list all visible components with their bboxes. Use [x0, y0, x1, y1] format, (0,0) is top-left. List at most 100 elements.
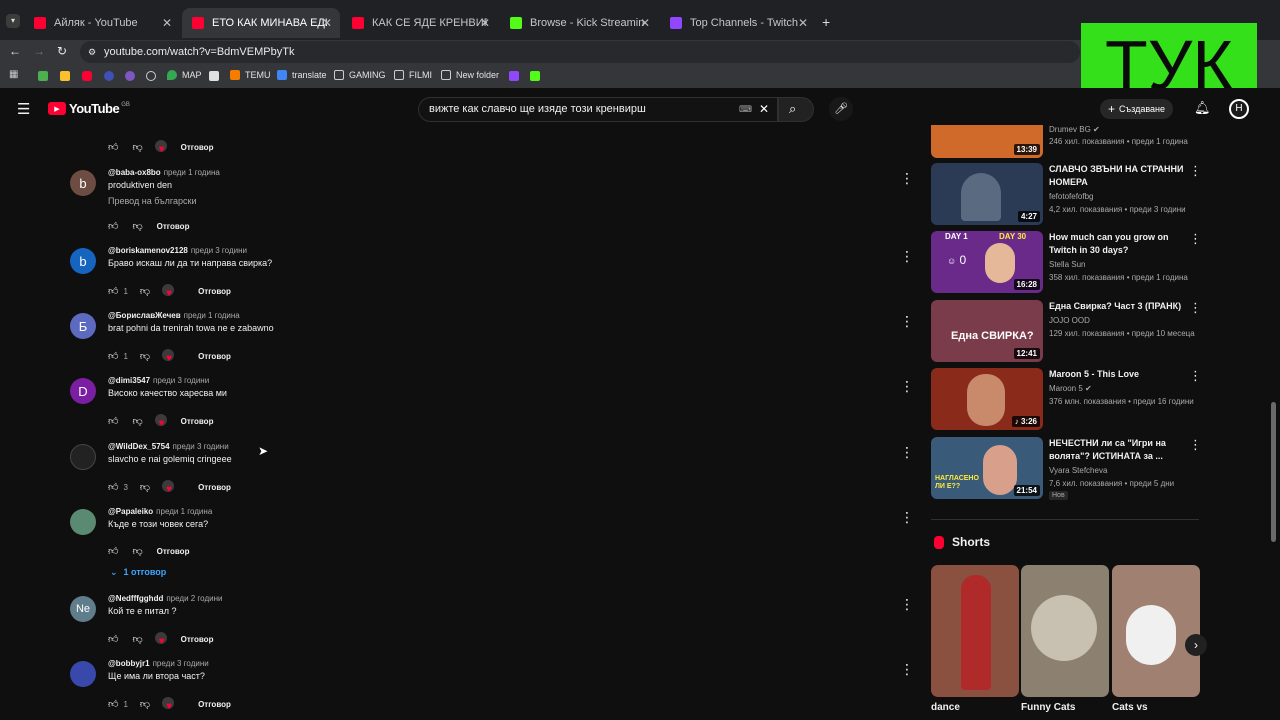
reply-button[interactable]: Отговор [198, 700, 231, 709]
video-thumbnail[interactable]: НАГЛАСЕНО ЛИ Е?? 21:54 [931, 437, 1043, 499]
avatar[interactable]: Б [70, 313, 96, 339]
video-more-icon[interactable]: ⋮ [1189, 163, 1202, 179]
avatar[interactable] [70, 444, 96, 470]
video-thumbnail[interactable]: ♪ 3:26 [931, 368, 1043, 430]
reply-button[interactable]: Отговор [198, 352, 231, 361]
tab-current-video[interactable]: ЕТО КАК МИНАВА ЕДИН ДЕН ✕ [182, 8, 340, 38]
comment-author[interactable]: @bobbyjr1 [108, 659, 150, 668]
related-video[interactable]: НАГЛАСЕНО ЛИ Е?? 21:54 НЕЧЕСТНИ ли са "И… [931, 437, 1202, 500]
reply-button[interactable]: Отговор [181, 635, 214, 644]
new-tab-button[interactable]: + [822, 14, 830, 30]
search-input[interactable]: вижте как славчо ще изяде този кренвирш … [418, 97, 778, 122]
related-video[interactable]: ♪ 3:26 Maroon 5 - This Love Maroon 5 ✔ 3… [931, 368, 1202, 430]
search-button[interactable]: ⌕ [778, 97, 814, 122]
video-more-icon[interactable]: ⋮ [1189, 231, 1202, 247]
close-tab-icon[interactable]: ✕ [640, 16, 650, 30]
comment-time[interactable]: преди 3 години [153, 659, 209, 668]
create-button[interactable]: + Създаване [1100, 99, 1173, 119]
comment-time[interactable]: преди 1 година [164, 168, 220, 177]
video-more-icon[interactable]: ⋮ [1189, 368, 1202, 384]
back-icon[interactable]: ← [9, 44, 21, 58]
comment-time[interactable]: преди 1 година [156, 507, 212, 516]
comment-time[interactable]: преди 3 години [173, 442, 229, 451]
video-thumbnail[interactable]: DAY 1 DAY 30 ☺ 0 16:28 [931, 231, 1043, 293]
comment-time[interactable]: преди 3 години [191, 246, 247, 255]
like-icon[interactable]: 👍︎ [108, 481, 118, 493]
video-channel[interactable]: fefotofefofbg [1049, 192, 1093, 201]
short-title[interactable]: Funny Cats [1021, 702, 1075, 713]
like-icon[interactable]: 👍︎ [108, 285, 118, 297]
related-video[interactable]: 4:27 СЛАВЧО ЗВЪНИ НА СТРАННИ НОМЕРА fefo… [931, 163, 1202, 225]
comment-more-icon[interactable]: ⋮ [900, 313, 914, 330]
kick-bookmark-icon[interactable] [530, 71, 540, 81]
like-icon[interactable]: 👍︎ [108, 350, 118, 362]
comment-author[interactable]: @Papaleiko [108, 507, 153, 516]
video-title[interactable]: НЕЧЕСТНИ ли са "Игри на волята"? ИСТИНАТ… [1049, 437, 1189, 463]
comment-time[interactable]: преди 2 години [166, 594, 222, 603]
close-tab-icon[interactable]: ✕ [480, 16, 490, 30]
bookmark-translate[interactable]: translate [277, 70, 327, 80]
related-video[interactable]: Една СВИРКА? 12:41 Една Свирка? Част 3 (… [931, 300, 1202, 362]
dislike-icon[interactable]: 👎︎ [140, 350, 150, 362]
voice-search-button[interactable]: 🎤︎ [829, 97, 853, 121]
close-tab-icon[interactable]: ✕ [162, 16, 172, 30]
avatar[interactable] [70, 661, 96, 687]
dislike-icon[interactable]: 👎︎ [132, 220, 142, 232]
close-tab-icon[interactable]: ✕ [798, 16, 808, 30]
comment-author[interactable]: @Nedfffgghdd [108, 594, 163, 603]
replies-toggle[interactable]: ⌄ 1 отговор [110, 567, 166, 578]
comment-more-icon[interactable]: ⋮ [900, 661, 914, 678]
video-channel[interactable]: Vyara Stefcheva [1049, 466, 1107, 475]
page-scrollbar[interactable] [1271, 402, 1276, 542]
tab-ailyak[interactable]: Айляк - YouTube ✕ [24, 8, 180, 38]
related-video-partial[interactable]: 13:39 Drumev BG ✔ 246 хил. показвания • … [931, 125, 1201, 158]
like-icon[interactable]: 👍︎ [108, 698, 118, 710]
avatar[interactable]: D [70, 378, 96, 404]
video-title[interactable]: Една Свирка? Част 3 (ПРАНК) [1049, 300, 1189, 313]
bookmark-filmi[interactable]: FILMI [394, 70, 432, 80]
avatar[interactable]: b [70, 248, 96, 274]
twitch-bookmark-icon[interactable] [509, 71, 519, 81]
shorts-next-button[interactable]: › [1185, 634, 1207, 656]
apps-grid-icon[interactable]: ▦ [9, 69, 18, 80]
reply-button[interactable]: Отговор [198, 483, 231, 492]
comment-author[interactable]: @dimi3547 [108, 376, 150, 385]
comment-more-icon[interactable]: ⋮ [900, 170, 914, 187]
amazon-bookmark-icon[interactable] [209, 71, 219, 81]
reply-button[interactable]: Отговор [181, 417, 214, 426]
comment-more-icon[interactable]: ⋮ [900, 248, 914, 265]
avatar[interactable]: b [70, 170, 96, 196]
bookmark-new-folder[interactable]: New folder [441, 70, 499, 80]
comment-more-icon[interactable]: ⋮ [900, 596, 914, 613]
forward-icon[interactable]: → [33, 44, 45, 58]
dislike-icon[interactable]: 👎︎ [132, 633, 142, 645]
comment-more-icon[interactable]: ⋮ [900, 444, 914, 461]
comment-author[interactable]: @baba-ox8bo [108, 168, 161, 177]
comment-time[interactable]: преди 1 година [184, 311, 240, 320]
video-channel[interactable]: Stella Sun [1049, 260, 1085, 269]
avatar[interactable]: Ne [70, 596, 96, 622]
bookmark-purple-icon[interactable] [125, 71, 135, 81]
bookmark-temu[interactable]: TEMU [230, 70, 271, 80]
url-field[interactable]: ⚙ youtube.com/watch?v=BdmVEMPbyTk [80, 41, 1080, 63]
dislike-icon[interactable]: 👎︎ [140, 481, 150, 493]
comment-time[interactable]: преди 3 години [153, 376, 209, 385]
keyboard-icon[interactable]: ⌨ [739, 98, 752, 121]
short-title[interactable]: Cats vs [1112, 702, 1148, 713]
dislike-icon[interactable]: 👎︎ [140, 285, 150, 297]
video-channel[interactable]: Drumev BG ✔ [1049, 125, 1100, 134]
dislike-icon[interactable]: 👎︎ [132, 141, 142, 153]
notifications-bell-icon[interactable]: 🔔︎ [1194, 100, 1211, 116]
bookmark-gaming[interactable]: GAMING [334, 70, 386, 80]
short-item[interactable] [1112, 565, 1200, 697]
video-thumbnail[interactable]: 13:39 [931, 125, 1043, 158]
clear-search-icon[interactable]: ✕ [759, 98, 769, 121]
video-channel[interactable]: JOJO OOD [1049, 316, 1090, 325]
video-more-icon[interactable]: ⋮ [1189, 437, 1202, 453]
comment-author[interactable]: @БориславЖечев [108, 311, 181, 320]
dislike-icon[interactable]: 👎︎ [140, 698, 150, 710]
like-icon[interactable]: 👍︎ [108, 545, 118, 557]
hamburger-menu-icon[interactable]: ☰ [17, 100, 30, 118]
folder-yellow-icon[interactable] [60, 71, 70, 81]
video-channel[interactable]: Maroon 5 ✔ [1049, 384, 1092, 393]
